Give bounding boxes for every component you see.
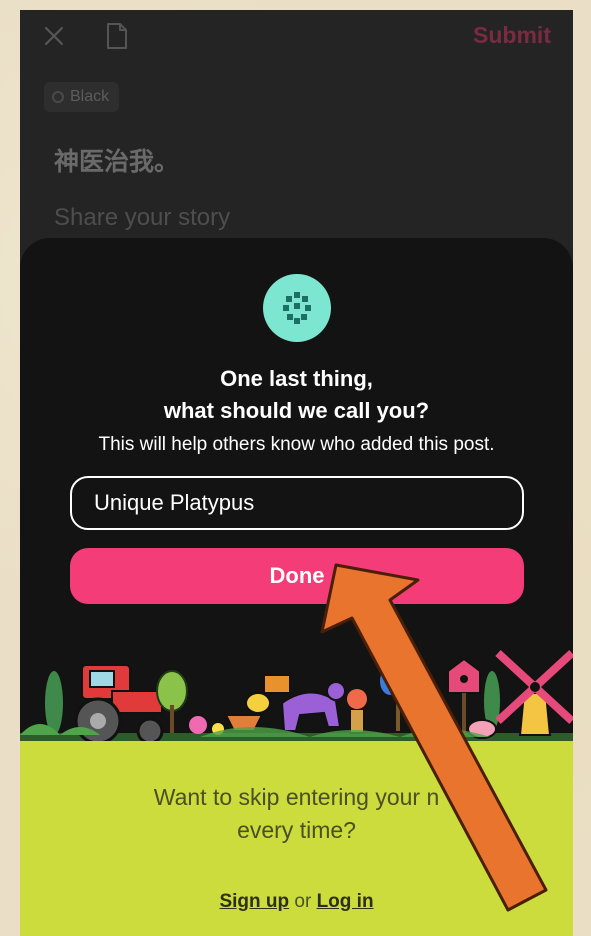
phone-screen: Submit Black 神医治我。 Share your story One … (20, 10, 573, 936)
story-body-placeholder[interactable]: Share your story (54, 204, 230, 232)
skip-prompt-text: Want to skip entering your n every time? (20, 781, 573, 847)
tag-label: Black (70, 88, 110, 105)
or-text: or (294, 891, 312, 912)
subtitle: This will help others know who added thi… (98, 434, 495, 455)
signup-footer: Want to skip entering your n every time?… (20, 741, 573, 936)
log-in-link[interactable]: Log in (317, 891, 374, 912)
editor-topbar: Submit (20, 10, 573, 62)
story-title[interactable]: 神医治我。 (54, 142, 179, 178)
document-icon[interactable] (104, 22, 130, 50)
farm-illustration (20, 650, 573, 753)
category-tag[interactable]: Black (44, 82, 120, 112)
done-button[interactable]: Done (70, 548, 524, 604)
name-input[interactable] (70, 476, 524, 530)
close-icon[interactable] (42, 24, 66, 48)
auth-links: Sign up or Log in (20, 891, 573, 913)
skip-line-2: every time? (237, 817, 356, 843)
heading-line-2: what should we call you? (163, 398, 430, 423)
sign-up-link[interactable]: Sign up (219, 891, 289, 912)
submit-button[interactable]: Submit (473, 22, 551, 49)
tag-dot-icon (52, 91, 64, 103)
name-prompt-sheet: One last thing, what should we call you?… (20, 238, 573, 936)
app-logo-icon (263, 274, 331, 342)
heading-line-1: One last thing, (220, 366, 373, 391)
skip-line-1: Want to skip entering your n (153, 784, 440, 810)
